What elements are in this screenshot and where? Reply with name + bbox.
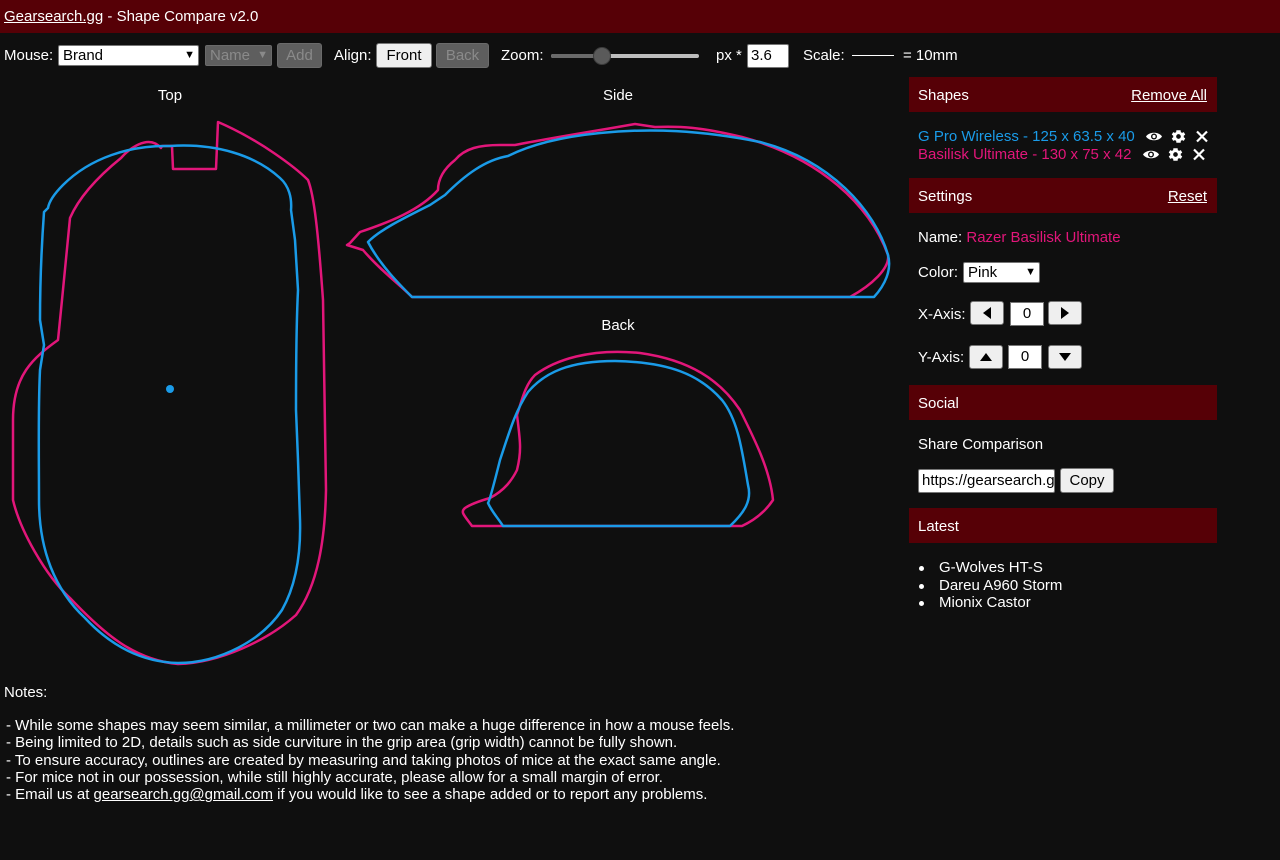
brand-select[interactable]: Brand ▼ [58,45,199,66]
selected-shape-name: Razer Basilisk Ultimate [966,229,1121,246]
close-icon[interactable] [1192,146,1206,163]
shapes-panel-header: Shapes Remove All [909,77,1217,112]
top-outline-gpro [37,144,302,665]
color-label: Color: [918,264,959,281]
name-select-value: Name [210,47,251,64]
chevron-down-icon: ▼ [257,49,268,61]
top-center-dot [166,385,174,393]
gear-icon[interactable] [1170,128,1187,145]
add-button[interactable]: Add [277,43,322,68]
notes-title: Notes: [4,684,48,701]
scale-label: Scale: [803,47,845,64]
x-axis-value[interactable]: 0 [1010,302,1044,326]
settings-panel-header: Settings Reset [909,178,1217,213]
copy-button[interactable]: Copy [1060,468,1114,493]
y-axis-label: Y-Axis: [918,349,965,366]
y-axis-value[interactable]: 0 [1008,345,1042,369]
shapes-panel-title: Shapes [918,87,969,104]
notes-list: - While some shapes may seem similar, a … [6,717,734,803]
px-multiplier-input[interactable]: 3.6 [747,44,789,68]
email-suffix: if you would like to see a shape added o… [273,786,708,804]
side-outline-gpro [366,129,891,299]
latest-list: G-Wolves HT-S Dareu A960 Storm Mionix Ca… [918,559,1062,612]
share-comparison-label: Share Comparison [918,436,1044,453]
toolbar: Mouse: Brand ▼ Name ▼ Add Align: Front B… [0,43,1280,69]
zoom-slider[interactable] [551,47,699,65]
color-select[interactable]: Pink ▼ [963,262,1040,283]
align-label: Align: [334,47,372,64]
app-title: - Shape Compare v2.0 [103,8,259,25]
social-panel-header: Social [909,385,1217,420]
note-line: - For mice not in our possession, while … [6,768,663,786]
eye-icon[interactable] [1142,146,1160,163]
reset-link[interactable]: Reset [1168,188,1207,205]
back-outline-basilisk [461,350,775,528]
note-line: - To ensure accuracy, outlines are creat… [6,751,721,769]
latest-panel-title: Latest [918,518,959,535]
site-home-link[interactable]: Gearsearch.gg [4,8,103,25]
scale-value: = 10mm [903,47,958,64]
color-select-value: Pink [968,264,998,281]
arrow-down-icon [1059,353,1071,361]
page-title: Gearsearch.gg - Shape Compare v2.0 [4,8,258,25]
latest-item[interactable]: Mionix Castor [918,594,1062,612]
zoom-slider-thumb[interactable] [592,47,611,65]
remove-all-link[interactable]: Remove All [1131,87,1207,104]
shape-canvas [11,120,891,666]
align-front-button[interactable]: Front [376,43,432,68]
name-label: Name: [918,229,963,246]
px-label: px * [716,47,742,64]
align-back-button[interactable]: Back [436,43,489,68]
email-link[interactable]: gearsearch.gg@gmail.com [94,786,273,803]
share-url-input[interactable]: https://gearsearch.gg/shape-compare [918,469,1055,493]
x-axis-left-button[interactable] [970,301,1004,325]
y-axis-down-button[interactable] [1048,345,1082,369]
x-axis-right-button[interactable] [1048,301,1082,325]
chevron-down-icon: ▼ [184,49,195,61]
arrow-left-icon [983,307,991,319]
brand-select-value: Brand [63,47,104,64]
mouse-label: Mouse: [4,47,54,64]
gear-icon[interactable] [1167,146,1184,163]
social-panel-title: Social [918,395,959,412]
shape-entry-label[interactable]: Basilisk Ultimate - 130 x 75 x 42 [918,146,1131,163]
header-bar: Gearsearch.gg - Shape Compare v2.0 [0,0,1280,33]
settings-panel-title: Settings [918,188,973,205]
note-line: - Being limited to 2D, details such as s… [6,734,678,752]
zoom-label: Zoom: [501,47,544,64]
scale-bar [852,55,894,56]
top-outline-basilisk [11,120,328,666]
shape-entry-label[interactable]: G Pro Wireless - 125 x 63.5 x 40 [918,128,1135,145]
note-line-email: - Email us at gearsearch.gg@gmail.com if… [6,786,734,803]
settings-name-row: Name: Razer Basilisk Ultimate [918,228,1121,248]
arrow-right-icon [1061,307,1069,319]
x-axis-label: X-Axis: [918,306,966,323]
latest-item[interactable]: G-Wolves HT-S [918,559,1062,577]
note-line: - While some shapes may seem similar, a … [6,717,735,734]
latest-item[interactable]: Dareu A960 Storm [918,577,1062,595]
chevron-down-icon: ▼ [1025,266,1036,278]
y-axis-up-button[interactable] [969,345,1003,369]
side-outline-basilisk [345,122,890,299]
close-icon[interactable] [1195,128,1209,145]
name-select[interactable]: Name ▼ [205,45,272,66]
eye-icon[interactable] [1145,128,1163,145]
arrow-up-icon [980,353,992,361]
latest-panel-header: Latest [909,508,1217,543]
email-prefix: - Email us at [6,786,94,804]
